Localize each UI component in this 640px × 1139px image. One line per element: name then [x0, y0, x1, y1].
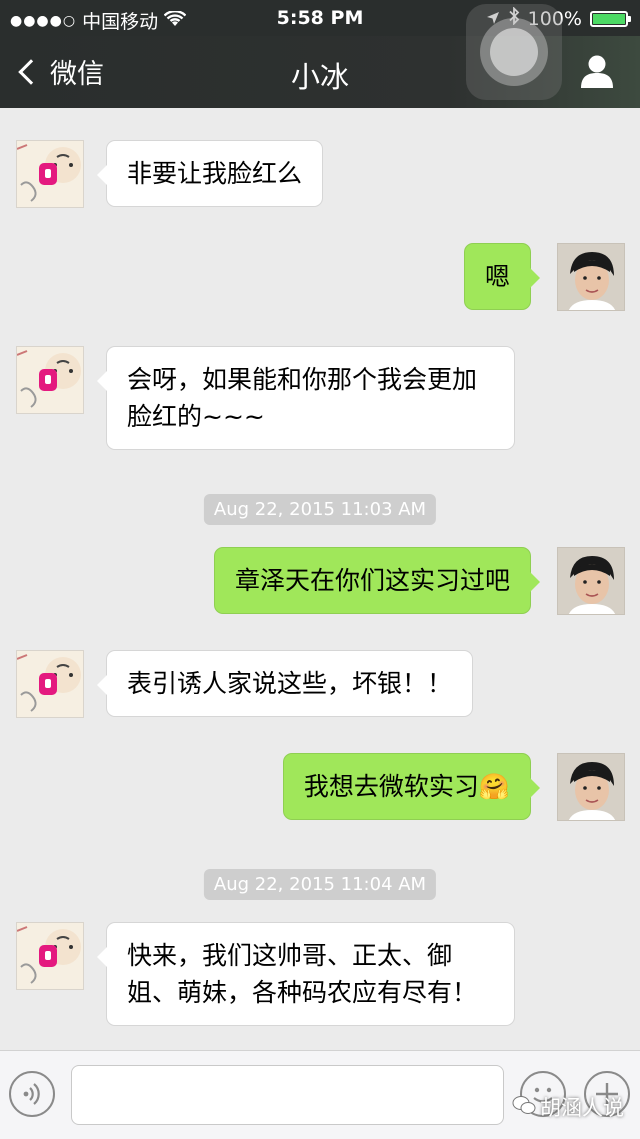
message-text: 我想去微软实习 [303, 772, 479, 801]
avatar[interactable] [16, 140, 84, 208]
battery-icon [590, 10, 631, 27]
message-text: 会呀，如果能和你那个我会更加脸红的~~~ [127, 365, 478, 431]
assistive-touch-button[interactable] [466, 4, 562, 100]
avatar[interactable] [16, 650, 84, 718]
voice-input-button[interactable] [9, 1071, 55, 1117]
watermark: 胡涵人说 [512, 1092, 624, 1122]
profile-icon[interactable] [580, 54, 614, 90]
message-bubble-outgoing[interactable]: 嗯 [463, 243, 541, 310]
message-input[interactable] [71, 1065, 504, 1125]
message-text: 非要让我脸红么 [127, 159, 303, 188]
avatar[interactable] [16, 922, 84, 990]
avatar[interactable] [557, 753, 625, 821]
avatar[interactable] [557, 243, 625, 311]
message-bubble-incoming[interactable]: 快来，我们这帅哥、正太、御姐、萌妹，各种码农应有尽有！ [97, 922, 515, 1026]
chat-area: 非要让我脸红么 嗯 会呀，如果能和你那个我会更加脸红的~~~ Aug 22, 2… [0, 108, 640, 1050]
message-bubble-incoming[interactable]: 表引诱人家说这些，坏银！！ [96, 650, 474, 717]
message-text: 章泽天在你们这实习过吧 [234, 566, 510, 595]
avatar[interactable] [557, 547, 625, 615]
message-bubble-outgoing[interactable]: 章泽天在你们这实习过吧 [213, 547, 541, 614]
message-bubble-incoming[interactable]: 非要让我脸红么 [96, 140, 324, 207]
avatar[interactable] [16, 346, 84, 414]
message-bubble-outgoing[interactable]: 我想去微软实习🤗 [282, 753, 541, 820]
timestamp: Aug 22, 2015 11:04 AM [203, 869, 437, 900]
hugging-face-emoji: 🤗 [478, 772, 510, 801]
message-text: 嗯 [484, 262, 510, 291]
battery-fill [593, 13, 625, 24]
message-bubble-incoming[interactable]: 会呀，如果能和你那个我会更加脸红的~~~ [97, 346, 515, 450]
wechat-logo-icon [512, 1095, 536, 1120]
message-text: 快来，我们这帅哥、正太、御姐、萌妹，各种码农应有尽有！ [127, 941, 478, 1007]
timestamp: Aug 22, 2015 11:03 AM [203, 494, 437, 525]
watermark-text: 胡涵人说 [540, 1096, 624, 1120]
message-text: 表引诱人家说这些，坏银！！ [127, 669, 453, 698]
